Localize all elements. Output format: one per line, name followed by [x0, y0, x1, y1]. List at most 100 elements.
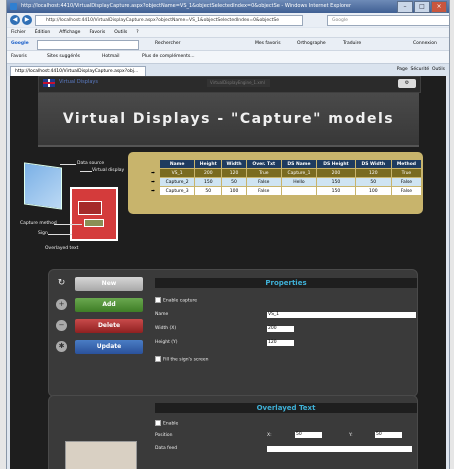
add-button[interactable]: Add	[75, 298, 143, 312]
width-label: Width (X)	[155, 326, 177, 331]
label-overlayed-text: Overlayed text	[45, 246, 79, 251]
favorites-bar: Favoris Sites suggérés Hotmail Plus de c…	[7, 50, 449, 63]
google-logo: Google	[11, 41, 29, 46]
col-height: Height	[194, 159, 223, 169]
page-title: Virtual Displays - "Capture" models	[62, 111, 395, 127]
signin-link[interactable]: Connexion	[413, 38, 437, 50]
menu-edit[interactable]: Édition	[35, 28, 51, 37]
table-row[interactable]: ➡ Capture_2 150 50 False Hello 150 50 Fa…	[146, 177, 423, 187]
width-field[interactable]: 200	[267, 326, 294, 332]
forward-button[interactable]: ▶	[22, 15, 32, 25]
header-banner: Virtual Displays - "Capture" models	[38, 93, 419, 147]
x-field[interactable]: 50	[295, 432, 322, 438]
virtual-display-box	[70, 187, 118, 241]
overlay-panel: Overlayed Text Enable Position X: 50 Y: …	[48, 395, 418, 469]
name-field[interactable]: VS_1	[267, 312, 416, 318]
page-menu[interactable]: Page	[397, 67, 408, 72]
translate-button[interactable]: Traduire	[343, 38, 361, 50]
capture-region	[84, 219, 104, 227]
cycle-icon[interactable]: ↻	[56, 278, 67, 289]
address-bar: ◀ ▶ http://localhost:4410/VirtualDisplay…	[7, 13, 449, 27]
new-button[interactable]: New	[75, 277, 143, 291]
datafeed-field[interactable]	[267, 446, 412, 452]
google-toolbar: Google Rechercher Mes favoris Orthograph…	[7, 37, 449, 50]
x-label: X:	[267, 433, 272, 438]
page-content: Virtual Displays VirtualDisplayEngine_1.…	[10, 76, 446, 469]
overlay-enable-row: Enable	[155, 420, 178, 427]
menu-file[interactable]: Fichier	[11, 28, 26, 37]
close-button[interactable]: ×	[431, 1, 447, 13]
label-sign: Sign	[38, 231, 48, 236]
engine-icon[interactable]: ⚙	[398, 79, 416, 88]
fill-screen-checkbox[interactable]	[155, 356, 161, 362]
menu-help[interactable]: ?	[136, 28, 138, 37]
update-icon[interactable]: ✱	[56, 341, 67, 352]
tools-menu[interactable]: Outils	[432, 67, 445, 72]
uk-flag-icon[interactable]	[43, 79, 55, 87]
table-row[interactable]: ➡ Capture_3 50 100 False 150 100 False	[146, 186, 423, 196]
ie-icon	[10, 3, 17, 10]
table-row[interactable]: ➡ VS_1 200 120 True Capture_1 200 120 Tr…	[146, 168, 423, 178]
delete-button[interactable]: Delete	[75, 319, 143, 333]
update-button[interactable]: Update	[75, 340, 143, 354]
enable-capture-label: Enable capture	[163, 298, 197, 304]
properties-panel: ↻ New + Add − Delete ✱ Update Properties…	[48, 269, 418, 397]
google-search-button[interactable]: Rechercher	[155, 38, 180, 50]
url-field[interactable]: http://localhost:4410/VirtualDisplayCapt…	[35, 15, 303, 26]
properties-title: Properties	[155, 278, 417, 288]
overlay-text-region	[78, 201, 102, 215]
capture-models-table-container: Name Height Width Over. Txt DS Name DS H…	[128, 152, 423, 214]
enable-capture-row: Enable capture	[155, 297, 197, 304]
overlay-title: Overlayed Text	[155, 403, 417, 413]
col-ds-height: DS Height	[316, 159, 356, 169]
title-bar: http://localhost:4410/VirtualDisplayCapt…	[7, 0, 449, 13]
overlay-preview-thumbnail	[65, 441, 137, 469]
fav-hotmail[interactable]: Hotmail	[102, 51, 120, 63]
col-width: Width	[221, 159, 247, 169]
fav-more-addons[interactable]: Plus de compléments...	[142, 51, 195, 63]
fill-screen-label: Fill the sign's screen	[163, 357, 209, 363]
add-icon[interactable]: +	[56, 299, 67, 310]
fill-screen-row: Fill the sign's screen	[155, 356, 209, 363]
search-input[interactable]: Google	[327, 15, 449, 26]
select-arrow-icon[interactable]: ➡	[146, 168, 160, 178]
y-field[interactable]: 50	[375, 432, 402, 438]
label-data-source: Data source	[77, 161, 105, 166]
y-label: Y:	[349, 433, 353, 438]
label-virtual-display: Virtual display	[92, 168, 125, 173]
minus-icon[interactable]: −	[56, 320, 67, 331]
fav-suggested-sites[interactable]: Sites suggérés	[47, 51, 80, 63]
top-strip: Virtual Displays VirtualDisplayEngine_1.…	[38, 76, 421, 93]
overlay-enable-checkbox[interactable]	[155, 420, 161, 426]
config-file-box: VirtualDisplayEngine_1.xml	[207, 79, 270, 87]
back-button[interactable]: ◀	[10, 15, 20, 25]
datafeed-label: Data feed	[155, 446, 178, 451]
col-ds-width: DS Width	[354, 159, 392, 169]
height-field[interactable]: 120	[267, 340, 294, 346]
select-arrow-icon[interactable]: ➡	[146, 186, 160, 196]
menu-favorites[interactable]: Favoris	[89, 28, 105, 37]
capture-models-table: Name Height Width Over. Txt DS Name DS H…	[146, 159, 423, 196]
browser-window: http://localhost:4410/VirtualDisplayCapt…	[6, 0, 450, 469]
enable-capture-checkbox[interactable]	[155, 297, 161, 303]
table-header-row: Name Height Width Over. Txt DS Name DS H…	[146, 159, 423, 169]
window-title: http://localhost:4410/VirtualDisplayCapt…	[21, 3, 351, 9]
properties-form: Properties Enable capture Name VS_1 Widt…	[155, 278, 417, 390]
favorites-button[interactable]: Favoris	[11, 51, 27, 63]
security-menu[interactable]: Sécurité	[411, 67, 430, 72]
bookmarks-button[interactable]: Mes favoris	[255, 38, 281, 50]
tab-bar: http://localhost:4410/VirtualDisplayCapt…	[7, 63, 449, 77]
col-method: Method	[390, 159, 423, 169]
menu-tools[interactable]: Outils	[114, 28, 127, 37]
select-arrow-icon[interactable]: ➡	[146, 177, 160, 187]
spellcheck-button[interactable]: Orthographe	[297, 38, 326, 50]
language-label[interactable]: Virtual Displays	[59, 79, 98, 85]
capture-diagram: Data source Virtual display Capture meth…	[20, 151, 128, 261]
menu-bar: Fichier Édition Affichage Favoris Outils…	[7, 28, 449, 37]
minimize-button[interactable]: –	[397, 1, 413, 13]
col-name: Name	[158, 159, 196, 169]
position-label: Position	[155, 433, 173, 438]
maximize-button[interactable]: □	[414, 1, 430, 13]
menu-view[interactable]: Affichage	[59, 28, 80, 37]
google-search-input[interactable]	[37, 40, 139, 50]
